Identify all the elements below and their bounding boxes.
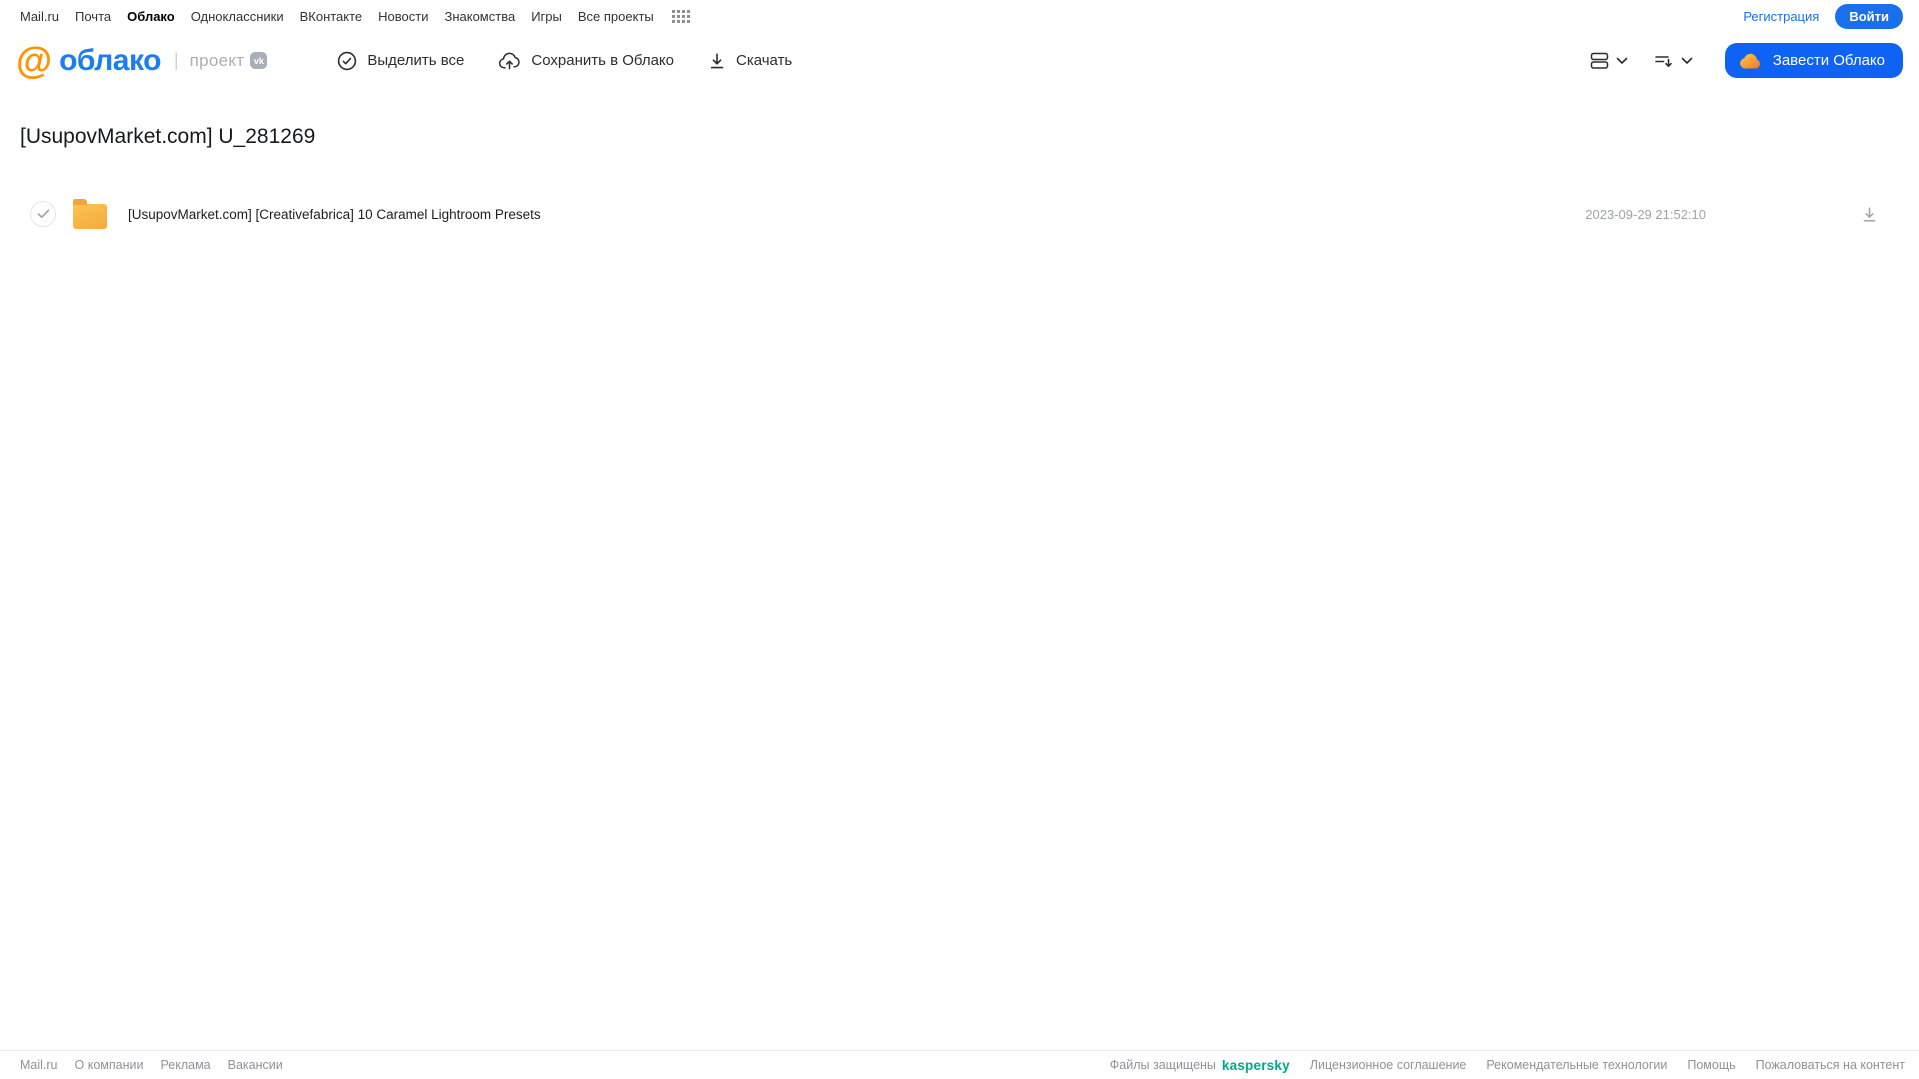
download-icon	[1863, 206, 1876, 221]
protected-text: Файлы защищены	[1109, 1058, 1216, 1072]
nav-link-oblako[interactable]: Облако	[127, 9, 175, 24]
kaspersky-logo[interactable]: kaspersky	[1222, 1058, 1290, 1073]
cloud-logo[interactable]: @ облако | проект vk	[16, 40, 268, 81]
logo-divider: |	[173, 50, 179, 70]
row-checkbox[interactable]	[30, 201, 56, 227]
file-name-link[interactable]: [UsupovMarket.com] [Creativefabrica] 10 …	[128, 207, 1585, 222]
nav-link-igry[interactable]: Игры	[531, 9, 562, 24]
chevron-down-icon	[1681, 57, 1693, 65]
nav-link-mailru[interactable]: Mail.ru	[20, 9, 59, 24]
row-download-button[interactable]	[1859, 204, 1880, 225]
sort-icon	[1654, 52, 1674, 70]
check-icon	[37, 209, 49, 218]
cloud-upload-icon	[498, 51, 521, 71]
page-title: [UsupovMarket.com] U_281269	[20, 125, 316, 148]
login-button[interactable]: Войти	[1835, 4, 1903, 29]
footer-link-about[interactable]: О компании	[75, 1058, 144, 1072]
download-label: Скачать	[736, 52, 793, 69]
project-label: проект	[189, 50, 245, 70]
nav-link-pochta[interactable]: Почта	[75, 9, 111, 24]
get-cloud-button[interactable]: Завести Облако	[1724, 43, 1903, 78]
footer-link-license[interactable]: Лицензионное соглашение	[1310, 1058, 1467, 1072]
nav-link-znakomstva[interactable]: Знакомства	[444, 9, 515, 24]
vk-logo-icon: vk	[250, 52, 268, 69]
check-circle-icon	[337, 51, 357, 71]
folder-icon	[73, 199, 107, 229]
header: @ облако | проект vk Выделить все Сохран…	[0, 33, 1919, 88]
kaspersky-protection: Файлы защищены kaspersky	[1110, 1058, 1290, 1073]
save-to-cloud-label: Сохранить в Облако	[531, 52, 674, 69]
mailru-at-icon: @	[16, 40, 53, 81]
footer-link-ads[interactable]: Реклама	[160, 1058, 210, 1072]
view-mode-button[interactable]	[1586, 47, 1632, 74]
nav-link-odnoklassniki[interactable]: Одноклассники	[191, 9, 284, 24]
get-cloud-label: Завести Облако	[1772, 52, 1885, 69]
orange-cloud-icon	[1738, 51, 1763, 70]
footer-left-links: Mail.ru О компании Реклама Вакансии	[20, 1058, 283, 1072]
actions-toolbar: Выделить все Сохранить в Облако Скачать	[337, 51, 792, 71]
register-link[interactable]: Регистрация	[1743, 9, 1819, 24]
chevron-down-icon	[1616, 57, 1628, 65]
all-projects-grid-icon[interactable]	[671, 10, 690, 23]
select-all-label: Выделить все	[367, 52, 465, 69]
footer-link-jobs[interactable]: Вакансии	[228, 1058, 283, 1072]
footer-link-recommendation-tech[interactable]: Рекомендательные технологии	[1486, 1058, 1667, 1072]
portal-nav-links: Mail.ru Почта Облако Одноклассники ВКонт…	[20, 9, 690, 24]
nav-link-novosti[interactable]: Новости	[378, 9, 428, 24]
download-button[interactable]: Скачать	[708, 52, 792, 70]
footer-right-links: Файлы защищены kaspersky Лицензионное со…	[1110, 1058, 1905, 1073]
footer-link-report-content[interactable]: Пожаловаться на контент	[1756, 1058, 1905, 1072]
nav-link-all-projects[interactable]: Все проекты	[578, 9, 654, 24]
view-controls: Завести Облако	[1586, 43, 1903, 78]
footer: Mail.ru О компании Реклама Вакансии Файл…	[0, 1050, 1919, 1079]
list-view-icon	[1590, 51, 1609, 70]
sort-button[interactable]	[1650, 48, 1697, 74]
logo-wordmark: облако	[59, 43, 161, 77]
footer-link-mailru[interactable]: Mail.ru	[20, 1058, 58, 1072]
portal-nav: Mail.ru Почта Облако Одноклассники ВКонт…	[0, 0, 1919, 33]
portal-nav-auth: Регистрация Войти	[1743, 4, 1903, 29]
save-to-cloud-button[interactable]: Сохранить в Облако	[498, 51, 674, 71]
select-all-button[interactable]: Выделить все	[337, 51, 464, 71]
main-content: [UsupovMarket.com] U_281269 [UsupovMarke…	[0, 125, 1919, 237]
download-icon	[708, 52, 726, 70]
file-date: 2023-09-29 21:52:10	[1585, 206, 1706, 222]
footer-link-help[interactable]: Помощь	[1687, 1058, 1735, 1072]
nav-link-vkontakte[interactable]: ВКонтакте	[300, 9, 363, 24]
file-row[interactable]: [UsupovMarket.com] [Creativefabrica] 10 …	[20, 191, 1919, 237]
